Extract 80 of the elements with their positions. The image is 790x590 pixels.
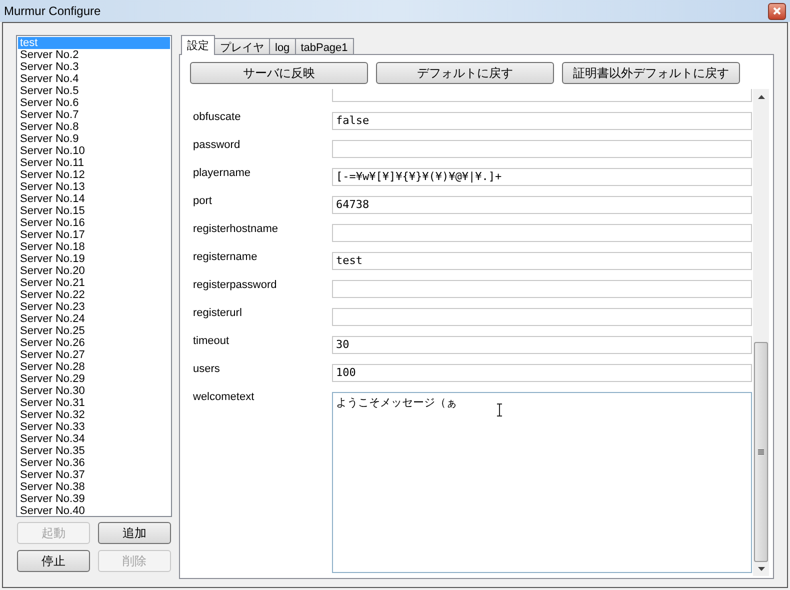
setting-label: timeout [192, 334, 230, 349]
server-list-item[interactable]: Server No.10 [18, 145, 170, 157]
action-button[interactable]: 停止 [17, 550, 90, 572]
tab[interactable]: tabPage1 [294, 38, 354, 55]
input-field[interactable]: test [332, 252, 752, 270]
server-list-item[interactable]: Server No.30 [18, 385, 170, 397]
setting-label: playername [192, 166, 252, 181]
server-list-item[interactable]: Server No.18 [18, 241, 170, 253]
setting-label: registerurl [192, 306, 243, 321]
input-field[interactable]: [-=¥w¥[¥]¥{¥}¥(¥)¥@¥|¥.]+ [332, 168, 752, 186]
input-field[interactable] [332, 224, 752, 242]
input-field[interactable]: 64738 [332, 196, 752, 214]
tab[interactable]: 設定 [181, 35, 215, 55]
action-button[interactable]: デフォルトに戻す [376, 62, 554, 84]
server-list-item[interactable]: Server No.5 [18, 85, 170, 97]
setting-label: welcometext [192, 390, 256, 405]
server-list-item[interactable]: Server No.35 [18, 445, 170, 457]
scroll-up-icon [758, 95, 764, 99]
server-list-item[interactable]: Server No.38 [18, 481, 170, 493]
server-list-item[interactable]: Server No.14 [18, 193, 170, 205]
server-list-item[interactable]: Server No.32 [18, 409, 170, 421]
server-list-item[interactable]: Server No.17 [18, 229, 170, 241]
setting-label: port [192, 194, 213, 209]
close-icon [773, 7, 781, 15]
server-list-item[interactable]: Server No.23 [18, 301, 170, 313]
server-list-item[interactable]: Server No.20 [18, 265, 170, 277]
setting-label: password [192, 138, 242, 153]
window-title: Murmur Configure [4, 3, 101, 20]
input-field[interactable] [332, 89, 752, 102]
input-field[interactable] [332, 140, 752, 158]
server-list-item[interactable]: Server No.11 [18, 157, 170, 169]
server-list-item[interactable]: Server No.36 [18, 457, 170, 469]
text-area[interactable]: ようこそメッセージ（ぁ [332, 392, 752, 573]
server-list-item[interactable]: Server No.2 [18, 49, 170, 61]
server-list-item[interactable]: Server No.22 [18, 289, 170, 301]
server-list-item[interactable]: Server No.4 [18, 73, 170, 85]
input-field[interactable]: 30 [332, 336, 752, 354]
server-list-item[interactable]: Server No.34 [18, 433, 170, 445]
server-list-item[interactable]: Server No.39 [18, 493, 170, 505]
server-list-item[interactable]: Server No.21 [18, 277, 170, 289]
setting-label: registername [192, 250, 258, 265]
server-list-item[interactable]: Server No.29 [18, 373, 170, 385]
server-list-item[interactable]: Server No.27 [18, 349, 170, 361]
scroll-down-icon [758, 567, 764, 571]
server-list-item[interactable]: Server No.13 [18, 181, 170, 193]
grip-icon [758, 449, 764, 455]
server-list-item[interactable]: Server No.31 [18, 397, 170, 409]
action-button[interactable]: サーバに反映 [190, 62, 368, 84]
input-field[interactable]: 100 [332, 364, 752, 382]
setting-label: users [192, 362, 221, 377]
server-list-item[interactable]: Server No.7 [18, 109, 170, 121]
server-list-item[interactable]: Server No.19 [18, 253, 170, 265]
input-field[interactable]: false [332, 112, 752, 130]
action-button[interactable]: 証明書以外デフォルトに戻す [562, 62, 740, 84]
setting-label: obfuscate [192, 110, 242, 125]
server-list-item[interactable]: Server No.15 [18, 205, 170, 217]
tab[interactable]: プレイヤ [214, 38, 270, 55]
server-list-item[interactable]: Server No.6 [18, 97, 170, 109]
server-list-item[interactable]: Server No.12 [18, 169, 170, 181]
server-list-item[interactable]: Server No.26 [18, 337, 170, 349]
close-button[interactable] [768, 2, 786, 20]
server-list-item[interactable]: Server No.25 [18, 325, 170, 337]
server-list-item[interactable]: Server No.40 [18, 505, 170, 516]
text-cursor-icon [496, 403, 503, 417]
input-field[interactable] [332, 308, 752, 326]
server-list-item[interactable]: Server No.28 [18, 361, 170, 373]
server-list-item[interactable]: Server No.37 [18, 469, 170, 481]
server-list-item[interactable]: Server No.16 [18, 217, 170, 229]
scroll-thumb[interactable] [754, 342, 768, 562]
server-list-item[interactable]: Server No.24 [18, 313, 170, 325]
setting-label: registerpassword [192, 278, 278, 293]
server-list-item[interactable]: Server No.3 [18, 61, 170, 73]
setting-label: registerhostname [192, 222, 279, 237]
server-list-item[interactable]: Server No.8 [18, 121, 170, 133]
input-field[interactable] [332, 280, 752, 298]
scrollbar[interactable] [753, 89, 769, 576]
action-button[interactable]: 追加 [98, 522, 171, 544]
tab[interactable]: log [269, 38, 296, 55]
server-list-item[interactable]: Server No.33 [18, 421, 170, 433]
server-list-item[interactable]: Server No.9 [18, 133, 170, 145]
